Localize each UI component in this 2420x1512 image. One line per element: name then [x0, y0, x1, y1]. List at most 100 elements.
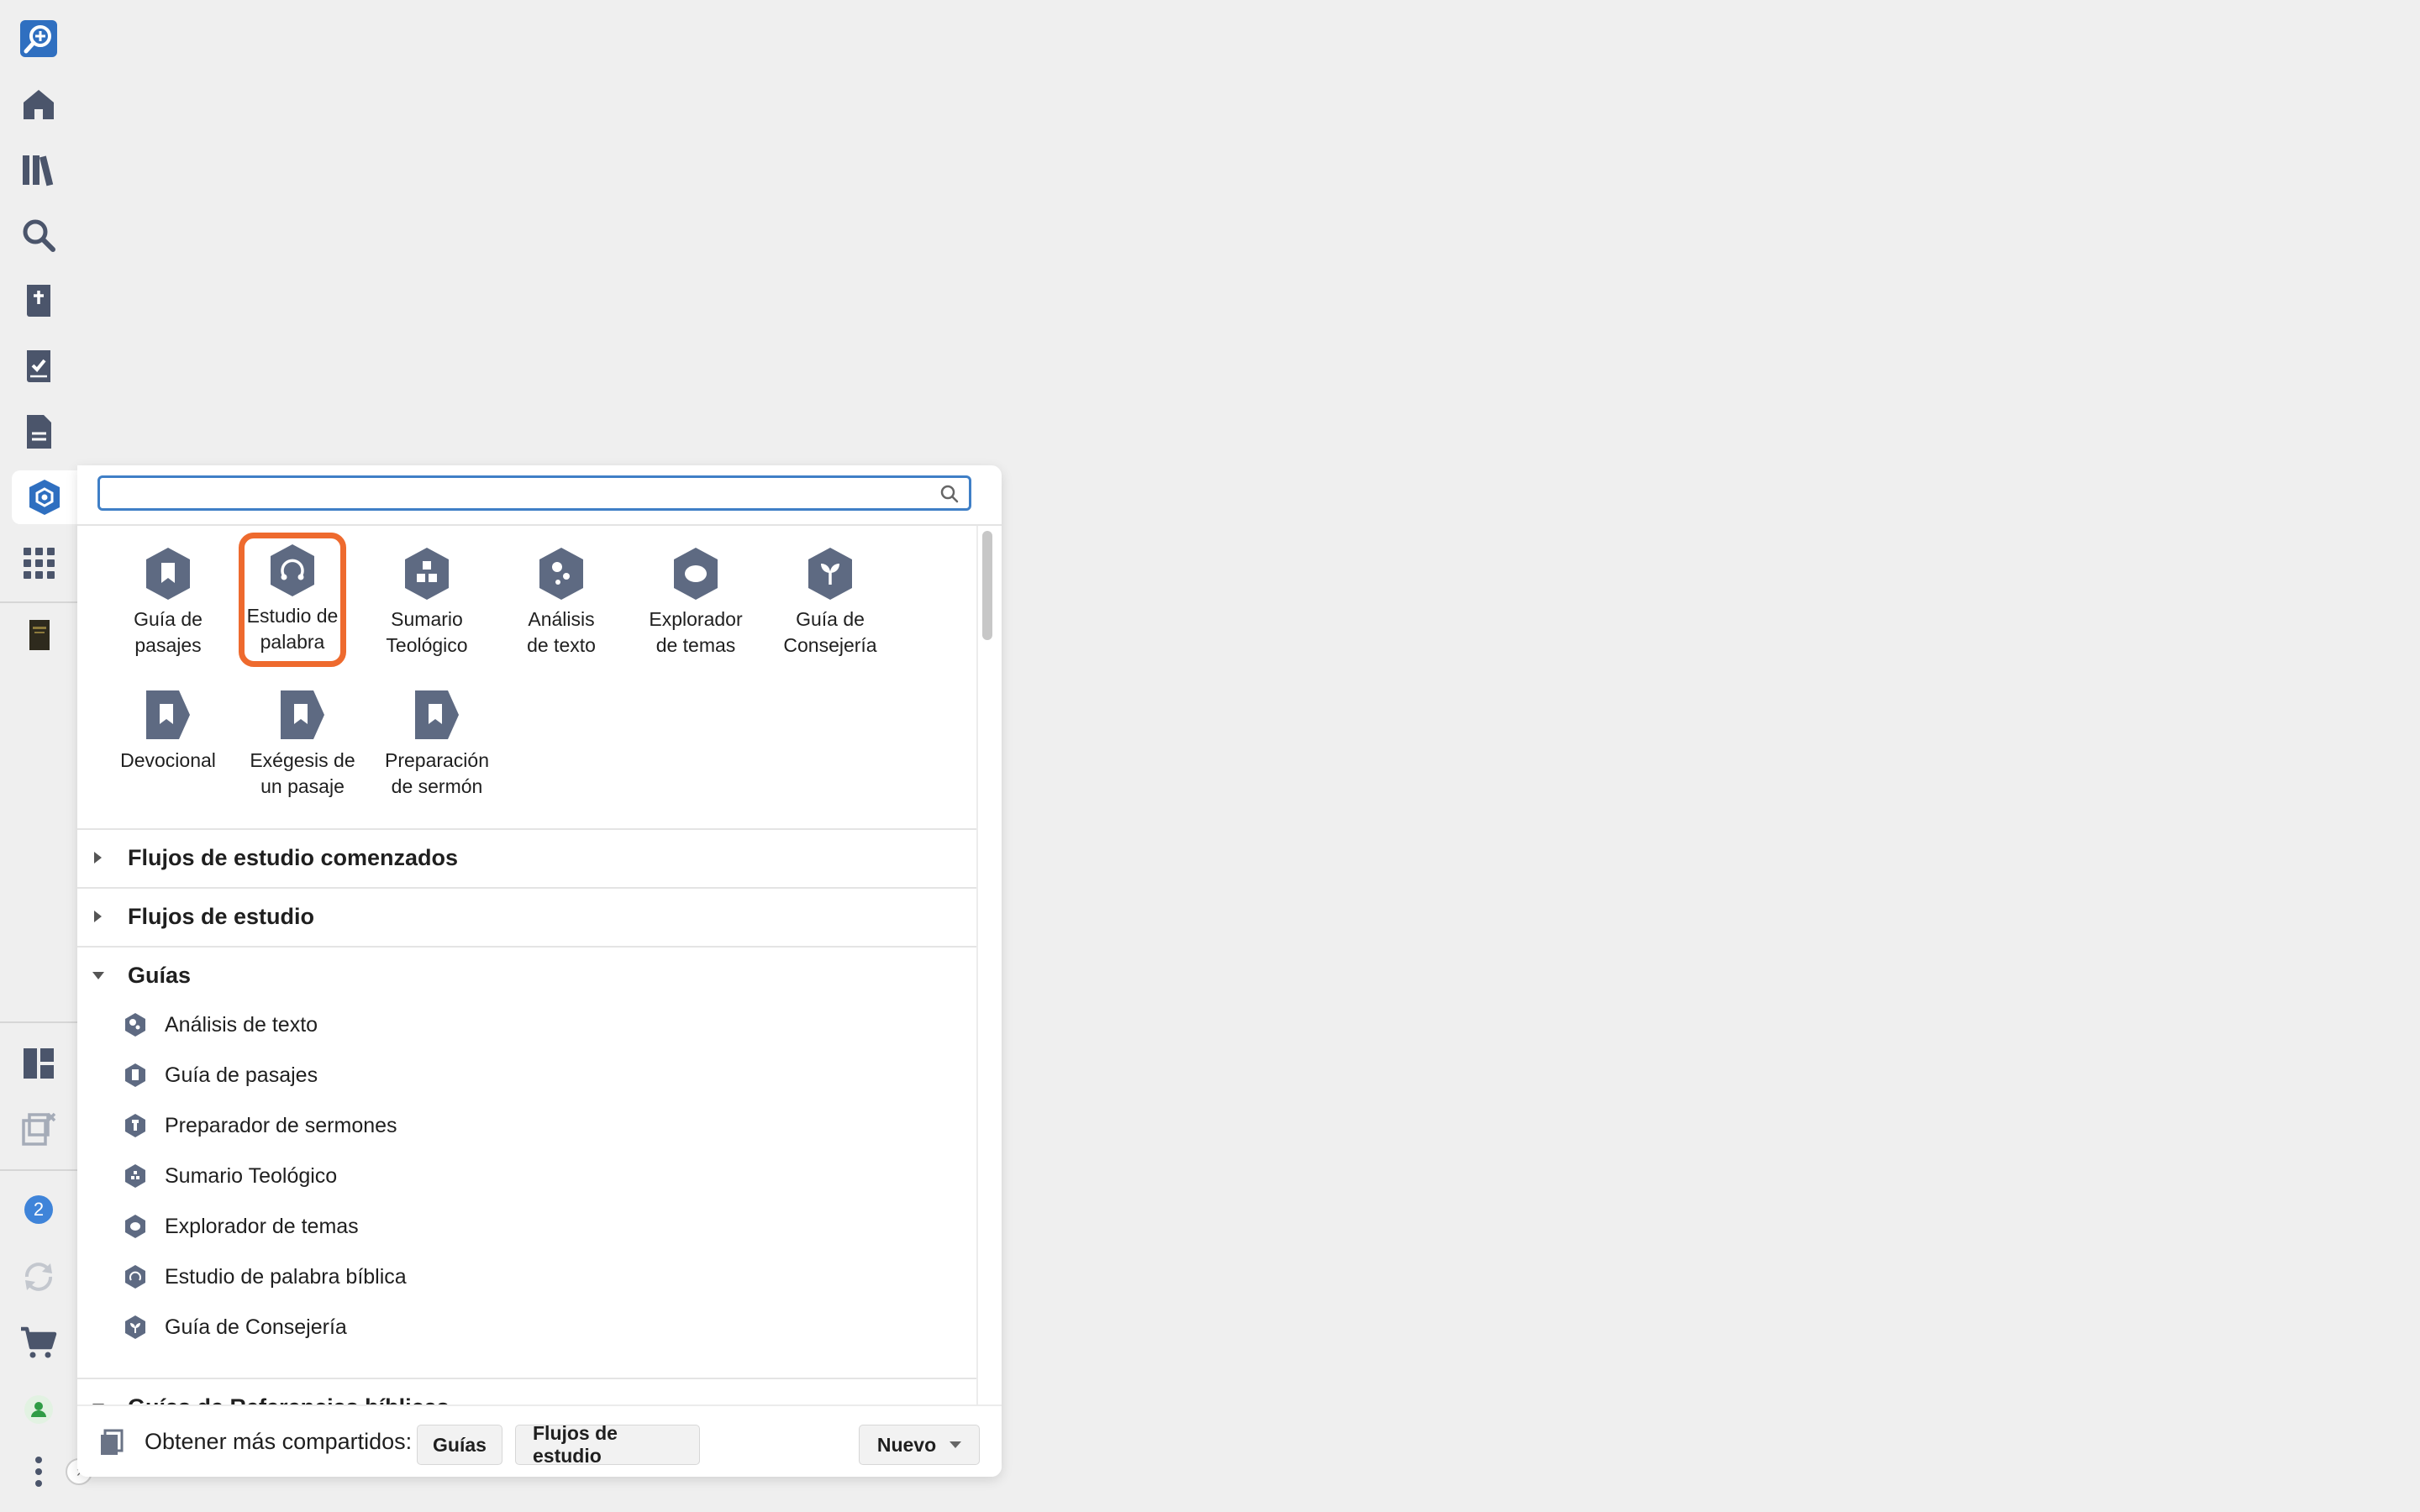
new-button-label: Nuevo	[876, 1433, 937, 1456]
close-panels-icon	[22, 1112, 56, 1146]
scrollbar-track[interactable]	[978, 526, 1002, 1404]
close-panels-button[interactable]	[12, 1102, 66, 1156]
document-icon	[27, 415, 51, 449]
guide-list-item[interactable]: Estudio de palabra bíblica	[124, 1253, 407, 1300]
get-guides-button[interactable]: Guías	[417, 1425, 502, 1465]
guide-list-item[interactable]: Preparador de sermones	[124, 1102, 397, 1149]
section-started-workflows[interactable]: Flujos de estudio comenzados	[77, 828, 978, 887]
shared-copies-icon	[101, 1429, 124, 1455]
tile-label: Teológico	[386, 634, 468, 656]
library-button[interactable]	[12, 143, 66, 197]
rail-divider	[0, 1021, 77, 1023]
tile-exegesis[interactable]: Exégesis de un pasaje	[235, 677, 370, 811]
apps-grid-icon	[24, 548, 55, 579]
rail-divider	[0, 1169, 77, 1171]
tile-word-study[interactable]: Estudio de palabra	[239, 533, 346, 667]
tile-label: palabra	[260, 631, 325, 653]
topic-explorer-icon	[674, 548, 718, 600]
section-title: Guías	[128, 963, 192, 988]
devotional-icon	[146, 690, 190, 739]
guide-list-item[interactable]: Explorador de temas	[124, 1203, 359, 1250]
new-button[interactable]: Nuevo	[859, 1425, 980, 1465]
tile-passage-guide[interactable]: Guía de pasajes	[101, 536, 235, 670]
counseling-guide-icon	[125, 1315, 145, 1339]
guides-panel: Guía de pasajes Estudio de palabra Sumar…	[77, 465, 1002, 1477]
tile-label: de texto	[527, 634, 596, 656]
tile-label: Análisis	[528, 608, 595, 630]
more-button[interactable]	[12, 1445, 66, 1499]
logos-search-app-icon	[20, 20, 57, 57]
search-button[interactable]	[12, 208, 66, 262]
text-analysis-icon	[125, 1013, 145, 1037]
sermon-builder-icon	[125, 1114, 145, 1137]
section-workflows[interactable]: Flujos de estudio	[77, 887, 978, 946]
guide-list-item[interactable]: Sumario Teológico	[124, 1152, 337, 1200]
guide-list-item[interactable]: Guía de Consejería	[124, 1304, 347, 1351]
book-cover-icon	[29, 620, 50, 650]
tile-topic-explorer[interactable]: Explorador de temas	[629, 536, 763, 670]
tile-label: Exégesis de	[250, 749, 355, 771]
tile-label: Explorador	[649, 608, 743, 630]
tile-text-analysis[interactable]: Análisis de texto	[494, 536, 629, 670]
tile-label: pasajes	[134, 634, 202, 656]
home-button[interactable]	[12, 77, 66, 131]
cart-icon	[21, 1326, 57, 1358]
notifications-badge: 2	[24, 1195, 53, 1224]
guide-list-label: Estudio de palabra bíblica	[165, 1264, 407, 1289]
documents-button[interactable]	[12, 405, 66, 459]
sync-icon	[25, 1263, 52, 1291]
passage-guide-icon	[125, 1063, 145, 1087]
section-guides[interactable]: Guías	[77, 946, 978, 1005]
tile-label: Sumario	[391, 608, 463, 630]
tile-sermon-prep[interactable]: Preparación de sermón	[370, 677, 504, 811]
tile-devotional[interactable]: Devocional	[101, 677, 235, 811]
guide-list-label: Guía de Consejería	[165, 1315, 347, 1339]
notifications-button[interactable]: 2	[12, 1183, 66, 1236]
tile-label: de sermón	[391, 775, 483, 797]
bible-button[interactable]	[12, 274, 66, 328]
guide-list-label: Explorador de temas	[165, 1214, 359, 1238]
recent-book-button[interactable]	[12, 608, 66, 662]
tile-label: Guía de	[134, 608, 203, 630]
theology-summary-icon	[125, 1164, 145, 1188]
guides-button[interactable]	[12, 470, 77, 524]
get-workflows-button[interactable]: Flujos de estudio	[515, 1422, 700, 1467]
scrollbar-thumb[interactable]	[982, 531, 992, 640]
expand-arrow-icon	[94, 852, 102, 864]
guide-list-label: Guía de pasajes	[165, 1063, 318, 1087]
tile-label: Guía de	[796, 608, 865, 630]
guide-list-label: Análisis de texto	[165, 1012, 318, 1037]
word-study-icon	[271, 544, 314, 596]
layouts-icon	[24, 1048, 54, 1079]
library-icon	[23, 155, 54, 186]
home-icon	[24, 90, 54, 119]
reading-plan-button[interactable]	[12, 339, 66, 393]
search-box[interactable]	[97, 475, 971, 511]
tile-label: de temas	[655, 634, 736, 656]
more-icon	[35, 1457, 42, 1487]
tile-theology-summary[interactable]: Sumario Teológico	[360, 536, 494, 670]
guide-list-item[interactable]: Análisis de texto	[124, 1001, 318, 1048]
logos-app-button[interactable]	[12, 12, 66, 66]
guide-list-item[interactable]: Guía de pasajes	[124, 1052, 318, 1099]
collapse-arrow-icon	[92, 972, 104, 979]
exegesis-icon	[281, 690, 324, 739]
search-icon	[23, 219, 55, 252]
search-icon[interactable]	[939, 483, 960, 505]
account-button[interactable]	[12, 1383, 66, 1436]
cart-button[interactable]	[12, 1315, 66, 1369]
chevron-down-icon	[950, 1441, 962, 1448]
passage-guide-icon	[146, 548, 190, 600]
apps-button[interactable]	[12, 536, 66, 590]
tile-label: un pasaje	[260, 775, 345, 797]
section-title: Flujos de estudio	[128, 904, 315, 929]
panel-footer: Obtener más compartidos: Guías Flujos de…	[77, 1404, 1002, 1477]
word-study-icon	[125, 1265, 145, 1289]
bible-icon	[27, 285, 50, 317]
rail-divider	[0, 601, 77, 603]
layouts-button[interactable]	[12, 1037, 66, 1090]
tile-counseling-guide[interactable]: Guía de Consejería	[763, 536, 897, 670]
sync-button[interactable]	[12, 1250, 66, 1304]
guides-search-input[interactable]	[110, 478, 920, 510]
tile-label: Devocional	[120, 749, 216, 771]
